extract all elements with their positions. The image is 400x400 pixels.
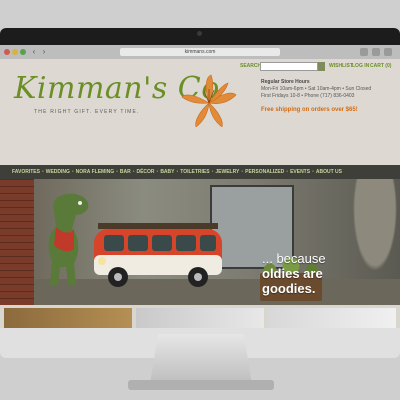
login-link[interactable]: LOG IN — [352, 63, 369, 69]
nav-separator: • — [286, 169, 289, 175]
nav-item-toiletries[interactable]: TOILETRIES — [180, 169, 209, 175]
search-button[interactable] — [318, 62, 325, 71]
settings-icon[interactable] — [384, 48, 392, 56]
nav-item-bar[interactable]: BAR — [120, 169, 131, 175]
nav-separator: • — [116, 169, 118, 175]
wishlist-link[interactable]: WISHLIST — [329, 63, 353, 69]
back-arrow-icon[interactable]: ‹ — [30, 48, 38, 56]
hero-caption-line: oldies are — [262, 266, 323, 281]
store-hours-title: Regular Store Hours — [261, 79, 310, 85]
nav-separator: • — [41, 169, 44, 175]
brick-wall — [0, 179, 34, 305]
site-tagline: THE RIGHT GIFT. EVERY TIME. — [34, 109, 140, 115]
monitor-stand — [150, 334, 252, 384]
tree — [350, 179, 400, 279]
nav-item-nora-fleming[interactable]: NORA FLEMING — [76, 169, 114, 175]
nav-item-wedding[interactable]: WEDDING — [46, 169, 70, 175]
store-hours: Regular Store Hours Mon-Fri 10am-6pm • S… — [261, 79, 371, 100]
hero-caption-line: goodies. — [262, 281, 316, 296]
nav-separator: • — [211, 169, 214, 175]
address-bar[interactable]: kimmans.com — [120, 48, 280, 56]
nav-separator: • — [132, 169, 135, 175]
free-shipping-banner[interactable]: Free shipping on orders over $65! — [261, 107, 358, 113]
search-label: SEARCH — [240, 63, 262, 69]
header-spacer — [0, 127, 400, 165]
nav-items: FAVORITES • WEDDING • NORA FLEMING • BAR • DÉCOR… — [10, 169, 344, 175]
hero-caption-line: ... because — [262, 251, 326, 266]
nav-separator: • — [176, 169, 179, 175]
store-hours-line: First Fridays 10-8 • Phone (717) 836-040… — [261, 93, 355, 99]
nav-item-about-us[interactable]: ABOUT US — [316, 169, 342, 175]
browser-toolbar: ‹ › kimmans.com — [0, 45, 400, 59]
nav-item-events[interactable]: EVENTS — [290, 169, 310, 175]
nav-separator: • — [241, 169, 244, 175]
main-nav: FAVORITES • WEDDING • NORA FLEMING • BAR • DÉCOR… — [0, 165, 400, 179]
nav-item-favorites[interactable]: FAVORITES — [12, 169, 40, 175]
nav-item-personalized[interactable]: PERSONALIZED — [245, 169, 284, 175]
share-icon[interactable] — [360, 48, 368, 56]
nav-item-jewelry[interactable]: JEWELRY — [215, 169, 239, 175]
featured-tile[interactable] — [136, 308, 264, 328]
nav-item-d-cor[interactable]: DÉCOR — [136, 169, 154, 175]
monitor-frame: ‹ › kimmans.com Kimman's Co. THE RIGHT G… — [0, 28, 400, 358]
nav-separator: • — [312, 169, 314, 175]
hero-caption: ... because oldies are goodies. — [262, 251, 326, 296]
minimize-window-button[interactable] — [12, 49, 18, 55]
vw-bus — [94, 223, 222, 287]
featured-tiles — [0, 305, 400, 328]
hero-slider: ... because oldies are goodies. — [0, 179, 400, 305]
store-hours-line: Mon-Fri 10am-6pm • Sat 10am-4pm • Sun Cl… — [261, 86, 372, 92]
site-header: Kimman's Co. THE RIGHT GIFT. EVERY TIME.… — [0, 59, 400, 128]
search-input[interactable] — [260, 62, 318, 71]
close-window-button[interactable] — [4, 49, 10, 55]
tabs-icon[interactable] — [372, 48, 380, 56]
lily-flower-icon — [181, 74, 237, 128]
camera-icon — [197, 31, 202, 36]
featured-tile[interactable] — [4, 308, 132, 328]
monitor-stand-base — [128, 380, 274, 390]
nav-item-baby[interactable]: BABY — [160, 169, 174, 175]
maximize-window-button[interactable] — [20, 49, 26, 55]
nav-separator: • — [156, 169, 159, 175]
dinosaur-sculpture — [48, 193, 89, 285]
nav-separator: • — [71, 169, 74, 175]
forward-arrow-icon[interactable]: › — [40, 48, 48, 56]
screen: ‹ › kimmans.com Kimman's Co. THE RIGHT G… — [0, 45, 400, 328]
featured-tile[interactable] — [268, 308, 396, 328]
cart-link[interactable]: CART (0) — [370, 63, 391, 69]
